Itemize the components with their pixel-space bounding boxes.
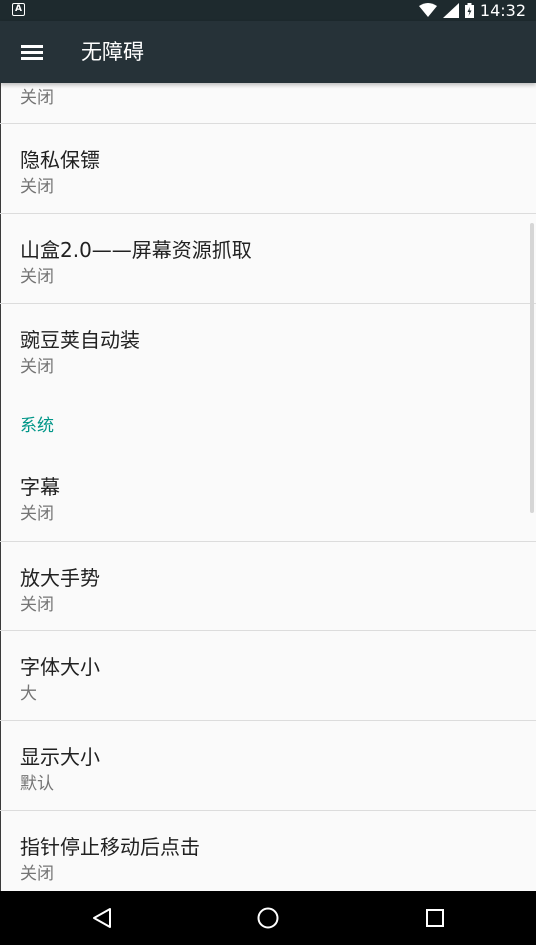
recents-icon <box>426 909 444 927</box>
list-item-subtitle: 关闭 <box>20 177 54 197</box>
wifi-icon <box>418 3 437 17</box>
list-item-subtitle: 关闭 <box>20 357 54 377</box>
list-item-subtitle: 关闭 <box>20 267 54 287</box>
list-item-display-size[interactable]: 显示大小 默认 <box>0 721 536 810</box>
home-button[interactable] <box>238 891 298 945</box>
recents-button[interactable] <box>405 891 465 945</box>
list-item-dwell-click[interactable]: 指针停止移动后点击 关闭 <box>0 811 536 891</box>
home-icon <box>257 907 279 929</box>
back-icon <box>93 908 111 928</box>
list-item-title: 指针停止移动后点击 <box>20 835 200 859</box>
list-item-title: 字体大小 <box>20 655 100 679</box>
list-item-subtitle: 关闭 <box>20 595 54 615</box>
list-item-subtitle: 大 <box>20 684 37 704</box>
navigation-bar <box>0 891 536 945</box>
status-time: 14:32 <box>479 1 526 20</box>
status-bar: A 14:32 <box>0 0 536 21</box>
list-item-title: 山盒2.0——屏幕资源抓取 <box>20 238 252 262</box>
screen: A 14:32 无障碍 关闭 隐私保镖 关闭 山盒2.0——屏幕资源抓取 关闭 … <box>0 0 536 945</box>
back-button[interactable] <box>72 891 132 945</box>
section-header-system: 系统 <box>20 416 54 436</box>
notification-a-icon: A <box>12 3 25 16</box>
page-title: 无障碍 <box>81 40 144 64</box>
scrollbar[interactable] <box>530 223 534 513</box>
list-item-subtitle: 默认 <box>20 774 54 794</box>
settings-list[interactable]: 关闭 隐私保镖 关闭 山盒2.0——屏幕资源抓取 关闭 豌豆荚自动装 关闭 系统… <box>0 83 536 891</box>
status-right: 14:32 <box>418 0 526 21</box>
list-item-title: 字幕 <box>20 475 60 499</box>
list-item-shanhe[interactable]: 山盒2.0——屏幕资源抓取 关闭 <box>0 214 536 303</box>
list-item-magnification[interactable]: 放大手势 关闭 <box>0 542 536 631</box>
list-item[interactable]: 关闭 <box>0 83 536 123</box>
list-item-title: 豌豆荚自动装 <box>20 328 140 352</box>
list-item-font-size[interactable]: 字体大小 大 <box>0 631 536 720</box>
list-item-wandoujia[interactable]: 豌豆荚自动装 关闭 <box>0 304 536 393</box>
list-item-title: 放大手势 <box>20 566 100 590</box>
list-item-subtitle: 关闭 <box>20 504 54 524</box>
battery-icon <box>464 3 474 18</box>
list-item-title: 隐私保镖 <box>20 148 100 172</box>
list-item-subtitle: 关闭 <box>20 88 54 108</box>
list-item-subtitle: 关闭 <box>20 864 54 884</box>
list-item-privacy-guard[interactable]: 隐私保镖 关闭 <box>0 124 536 213</box>
list-item-title: 显示大小 <box>20 745 100 769</box>
app-bar: 无障碍 <box>0 21 536 83</box>
list-item-captions[interactable]: 字幕 关闭 <box>0 451 536 540</box>
menu-icon[interactable] <box>21 42 43 62</box>
signal-icon <box>442 3 459 18</box>
